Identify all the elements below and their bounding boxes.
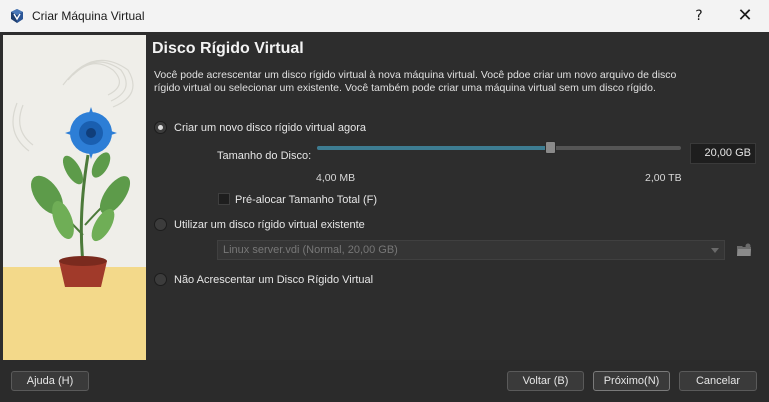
create-new-label: Criar um novo disco rígido virtual agora — [174, 121, 366, 134]
window-title: Criar Máquina Virtual — [32, 9, 145, 23]
cancel-button[interactable]: Cancelar — [679, 371, 757, 391]
flower-pot-illustration — [3, 35, 146, 360]
existing-disk-value: Linux server.vdi (Normal, 20,00 GB) — [223, 244, 398, 256]
disk-size-label: Tamanho do Disco: — [217, 150, 312, 162]
disk-size-slider[interactable] — [317, 141, 681, 154]
option-create-new[interactable]: Criar um novo disco rígido virtual agora — [154, 121, 366, 134]
create-new-radio[interactable] — [154, 121, 167, 134]
help-icon[interactable]: ? — [690, 7, 708, 25]
button-bar: Ajuda (H) Voltar (B) Próximo(N) Cancelar — [0, 360, 769, 402]
slider-handle[interactable] — [545, 141, 556, 154]
close-icon[interactable]: ✕ — [733, 5, 757, 27]
slider-max-label: 2,00 TB — [645, 172, 682, 184]
chevron-down-icon — [711, 248, 719, 253]
option-use-existing[interactable]: Utilizar um disco rígido virtual existen… — [154, 218, 365, 231]
existing-disk-select[interactable]: Linux server.vdi (Normal, 20,00 GB) — [217, 240, 725, 260]
slider-min-label: 4,00 MB — [316, 172, 356, 184]
wizard-page: Disco Rígido Virtual Você pode acrescent… — [0, 32, 769, 360]
help-button[interactable]: Ajuda (H) — [11, 371, 89, 391]
page-description: Você pode acrescentar um disco rígido vi… — [154, 69, 677, 94]
slider-fill — [317, 146, 550, 150]
title-bar: Criar Máquina Virtual ? ✕ — [0, 0, 769, 32]
disk-size-input[interactable]: 20,00 GB — [690, 143, 756, 164]
use-existing-label: Utilizar um disco rígido virtual existen… — [174, 218, 365, 231]
preallocate-label: Pré-alocar Tamanho Total (F) — [235, 194, 378, 206]
preallocate-checkbox[interactable] — [218, 193, 230, 205]
option-no-disk[interactable]: Não Acrescentar um Disco Rígido Virtual — [154, 273, 373, 286]
no-disk-label: Não Acrescentar um Disco Rígido Virtual — [174, 273, 374, 286]
folder-browse-icon[interactable] — [736, 242, 752, 258]
back-button[interactable]: Voltar (B) — [507, 371, 584, 391]
page-title: Disco Rígido Virtual — [152, 40, 304, 57]
next-button[interactable]: Próximo(N) — [593, 371, 670, 391]
virtualbox-icon — [11, 9, 23, 23]
no-disk-radio[interactable] — [154, 273, 167, 286]
use-existing-radio[interactable] — [154, 218, 167, 231]
